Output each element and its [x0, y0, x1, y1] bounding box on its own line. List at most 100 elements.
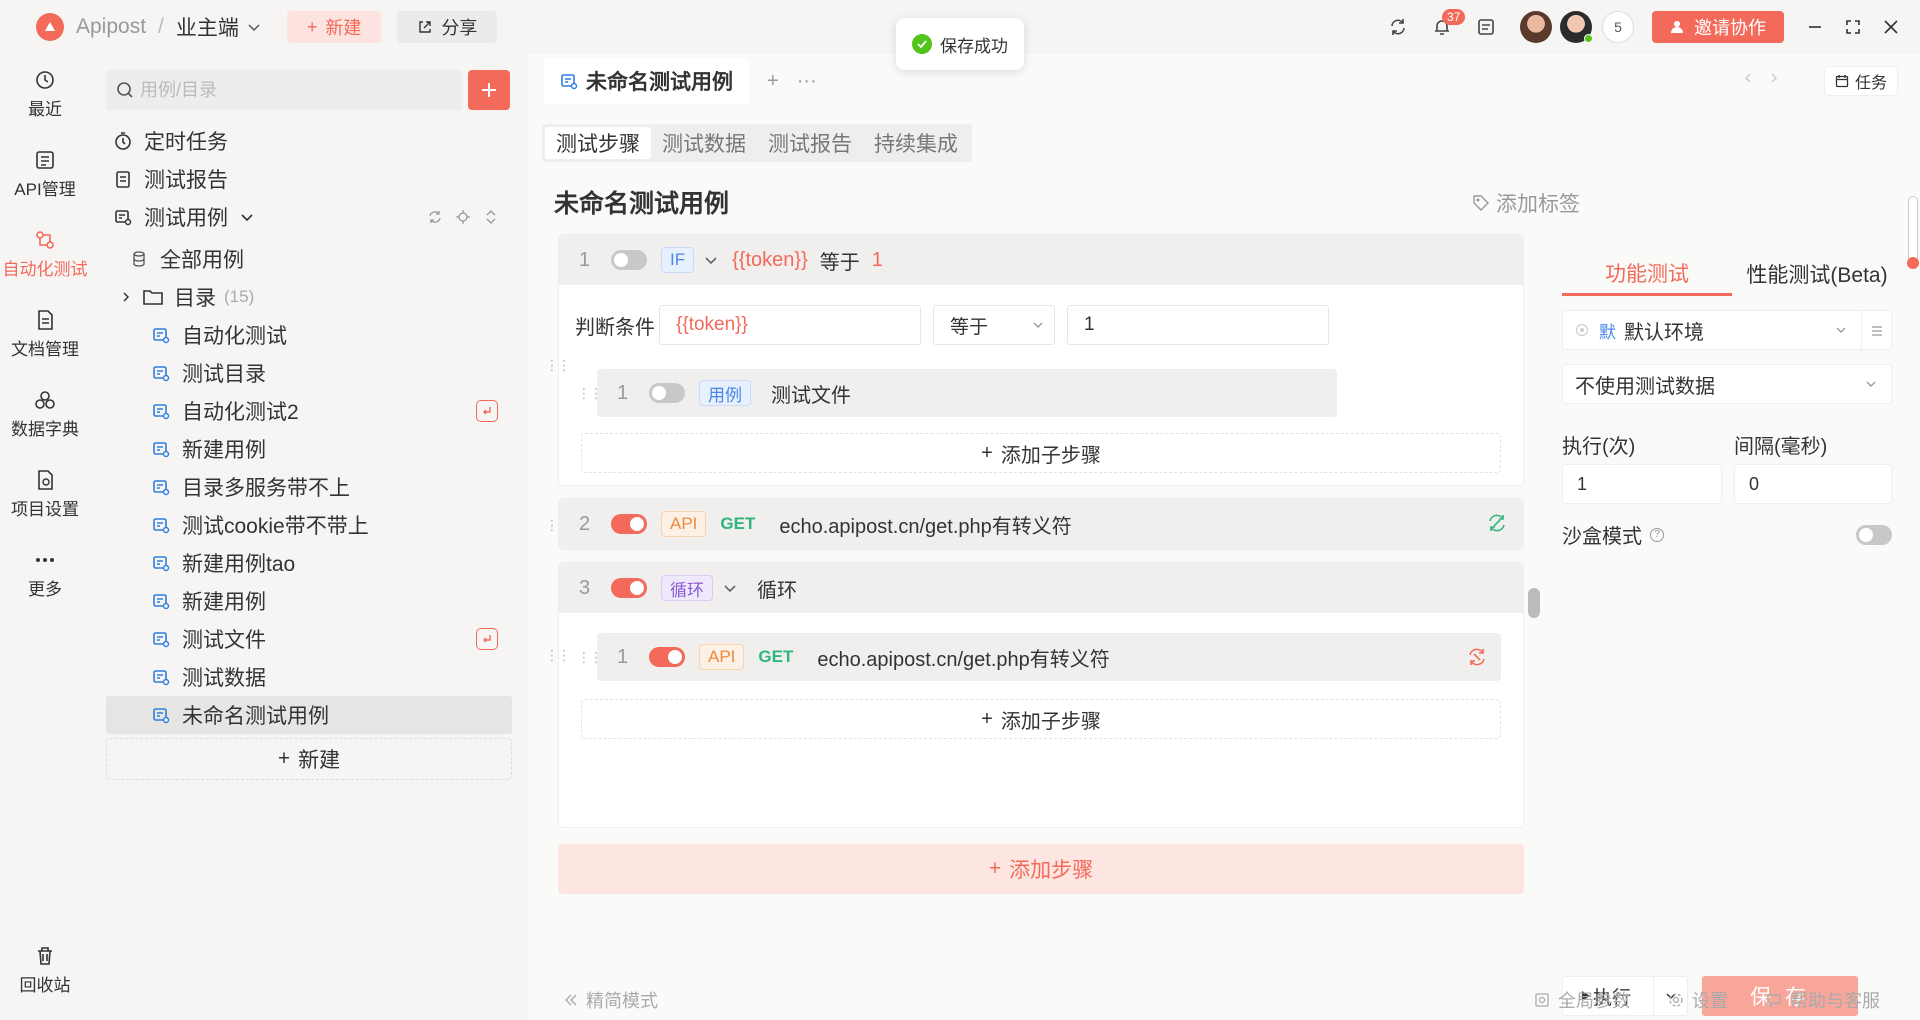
tree-item-case[interactable]: 自动化测试2 [106, 392, 512, 430]
nav-item-automation[interactable]: 自动化测试 [0, 214, 90, 294]
tree-item-case[interactable]: 未命名测试用例 [106, 696, 512, 734]
condition-variable-input[interactable]: {{token}} [659, 305, 921, 345]
nav-item-trash[interactable]: 回收站 [0, 930, 90, 1010]
step-header[interactable]: 1 IF {{token}} 等于 1 [559, 235, 1523, 285]
exec-count-input[interactable]: 1 [1562, 464, 1722, 504]
maximize-button[interactable] [1836, 5, 1870, 49]
child-step-api[interactable]: ⋮⋮ 1 API GET echo.apipost.cn/get.php有转义符 [577, 633, 1501, 681]
add-child-step-button[interactable]: + 添加子步骤 [581, 699, 1501, 739]
test-case-icon [561, 74, 578, 90]
workspace-selector[interactable]: 业主端 [176, 12, 261, 42]
avatar[interactable] [1560, 11, 1593, 43]
tab-more-icon[interactable]: ··· [797, 70, 817, 93]
tree-item-case[interactable]: 测试目录 [106, 354, 512, 392]
nav-item-api[interactable]: API管理 [0, 134, 90, 214]
nav-item-docs[interactable]: 文档管理 [0, 294, 90, 374]
tree-item-scheduled-tasks[interactable]: 定时任务 [106, 122, 512, 160]
tree-item-case[interactable]: 新建用例 [106, 582, 512, 620]
help-icon[interactable]: ? [1650, 527, 1664, 542]
env-menu-icon[interactable] [1861, 311, 1891, 351]
add-tab-button[interactable]: + [767, 70, 779, 93]
child-step-case[interactable]: ⋮⋮ 1 用例 测试文件 [577, 369, 1337, 417]
interval-input[interactable]: 0 [1734, 464, 1892, 504]
return-icon[interactable] [476, 628, 498, 650]
sync-error-icon[interactable] [1467, 647, 1487, 667]
tree-item-case[interactable]: 测试文件 [106, 620, 512, 658]
sandbox-toggle[interactable] [1856, 524, 1892, 545]
chevron-down-icon[interactable] [723, 581, 737, 595]
tree-item-case[interactable]: 自动化测试 [106, 316, 512, 354]
tab-test-data[interactable]: 测试数据 [651, 127, 757, 159]
tree-item-all-cases[interactable]: 全部用例 [106, 240, 512, 278]
step-enable-toggle[interactable] [649, 383, 685, 403]
drag-handle-icon[interactable]: ⋮⋮ [577, 649, 603, 666]
tree-item-folder[interactable]: 目录 (15) [106, 278, 512, 316]
step-enable-toggle[interactable] [611, 514, 647, 534]
add-step-button[interactable]: + 添加步骤 [558, 844, 1524, 894]
sync-status-icon[interactable] [1487, 513, 1507, 533]
nav-item-dictionary[interactable]: 数据字典 [0, 374, 90, 454]
add-tag-button[interactable]: 添加标签 [1472, 188, 1580, 218]
tree-item-case[interactable]: 目录多服务带不上 [106, 468, 512, 506]
tree-item-test-cases[interactable]: 测试用例 [106, 198, 512, 236]
drag-handle-icon[interactable]: ⋮⋮ [577, 385, 603, 402]
tab-functional-test[interactable]: 功能测试 [1562, 252, 1732, 296]
notification-button[interactable]: 37 [1420, 5, 1466, 49]
message-button[interactable] [1464, 5, 1508, 49]
return-icon[interactable] [476, 400, 498, 422]
step-enable-toggle[interactable] [649, 647, 685, 667]
add-child-step-button[interactable]: + 添加子步骤 [581, 433, 1501, 473]
tab-untitled-case[interactable]: 未命名测试用例 [544, 58, 749, 104]
tree-item-case[interactable]: 新建用例 [106, 430, 512, 468]
new-button[interactable]: + 新建 [286, 11, 382, 43]
chevron-right-icon[interactable] [1768, 72, 1780, 84]
nav-item-more[interactable]: 更多 [0, 534, 90, 614]
tab-test-steps[interactable]: 测试步骤 [545, 127, 651, 159]
new-case-button[interactable]: + 新建 [106, 738, 512, 780]
close-button[interactable] [1874, 5, 1908, 49]
step-enable-toggle[interactable] [611, 578, 647, 598]
share-button[interactable]: 分享 [397, 11, 498, 43]
avatar[interactable] [1520, 11, 1552, 43]
member-count-badge[interactable]: 5 [1602, 11, 1634, 43]
search-input[interactable] [140, 79, 440, 101]
settings-button[interactable]: 设置 [1668, 987, 1728, 1013]
chevron-left-icon[interactable] [1742, 72, 1754, 84]
tab-performance-test[interactable]: 性能测试(Beta) [1732, 252, 1902, 296]
chat-icon [1767, 994, 1781, 1008]
invite-collaborate-button[interactable]: 邀请协作 [1652, 11, 1784, 43]
environment-select[interactable]: 默 默认环境 [1562, 310, 1892, 351]
tab-ci[interactable]: 持续集成 [863, 127, 969, 159]
task-button[interactable]: 任务 [1823, 66, 1898, 96]
tree-item-case[interactable]: 测试数据 [106, 658, 512, 696]
nav-item-recent[interactable]: 最近 [0, 54, 90, 134]
tree-item-case[interactable]: 测试cookie带不带上 [106, 506, 512, 544]
chevron-down-icon[interactable] [704, 253, 718, 267]
nav-item-project-settings[interactable]: 项目设置 [0, 454, 90, 534]
minimize-button[interactable] [1798, 5, 1832, 49]
tree-item-test-reports[interactable]: 测试报告 [106, 160, 512, 198]
case-label: 新建用例 [182, 439, 266, 462]
condition-value-input[interactable]: 1 [1067, 305, 1329, 345]
simple-mode-button[interactable]: 精简模式 [564, 987, 658, 1013]
global-params-button[interactable]: 全局参数 [1534, 987, 1630, 1013]
step-header[interactable]: 3 循环 循环 [559, 563, 1523, 613]
drag-handle-icon[interactable]: ⋮⋮ [545, 357, 571, 374]
help-support-button[interactable]: 帮助与客服 [1766, 987, 1880, 1013]
scroll-indicator[interactable] [1907, 196, 1919, 269]
drag-handle-icon[interactable]: ⋮⋮ [545, 647, 571, 664]
step-header[interactable]: 2 API GET echo.apipost.cn/get.php有转义符 [559, 499, 1523, 549]
tab-test-report[interactable]: 测试报告 [757, 127, 863, 159]
tree-item-case[interactable]: 新建用例tao [106, 544, 512, 582]
sync-button[interactable] [1376, 5, 1420, 49]
case-title[interactable]: 未命名测试用例 [554, 184, 729, 220]
locate-icon[interactable] [456, 210, 470, 224]
condition-operator-select[interactable]: 等于 [933, 305, 1055, 345]
folder-count: (15) [224, 287, 255, 306]
expand-collapse-icon[interactable] [484, 210, 498, 224]
step-enable-toggle[interactable] [611, 250, 647, 270]
refresh-icon[interactable] [428, 210, 442, 224]
add-case-button[interactable] [468, 70, 510, 110]
test-data-select[interactable]: 不使用测试数据 [1562, 364, 1892, 404]
panel-collapse-handle[interactable] [1528, 588, 1540, 618]
